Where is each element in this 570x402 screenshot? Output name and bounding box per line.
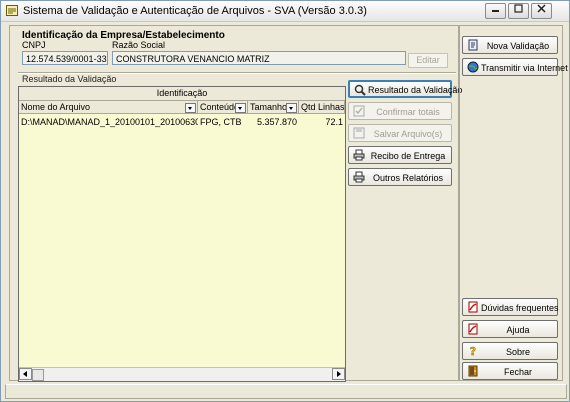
globe-icon [467,61,479,73]
window-title: Sistema de Validação e Autenticação de A… [23,5,367,17]
duvidas-frequentes-button[interactable]: Dúvidas frequentes [462,298,559,316]
minimize-icon [492,10,499,12]
maximize-icon [514,4,523,13]
floppy-icon [353,127,365,139]
horizontal-scrollbar[interactable] [19,367,345,381]
printer-icon [353,149,365,161]
side-panel: Nova Validação Transmitir via Internet D… [459,25,568,381]
fechar-button[interactable]: Fechar [462,362,558,380]
pdf-icon [468,301,478,313]
sobre-button[interactable]: ? Sobre [462,342,558,360]
minimize-button[interactable] [485,3,506,19]
close-button[interactable] [531,3,552,19]
svg-text:?: ? [470,345,476,357]
validation-panel: Identificação da Empresa/Estabelecimento… [9,25,462,382]
razao-social-field: CONSTRUTORA VENANCIO MATRIZ [112,51,406,65]
column-header-qtd-linhas[interactable]: Qtd Linhas [299,101,345,114]
cell-qtd-linhas: 72.1 [325,117,343,127]
resultado-validacao-button[interactable]: Resultado da Validação [348,80,462,98]
action-buttons: Resultado da Validação Confirmar totais … [346,76,462,382]
cell-conteudo: FPG, CTB [200,117,242,127]
status-bar [5,384,567,399]
chevron-down-icon[interactable] [185,103,196,113]
edit-button[interactable]: Editar [408,53,448,68]
cnpj-field: 12.574.539/0001-33 [22,51,108,65]
check-icon [353,105,365,117]
app-icon [6,5,18,16]
transmitir-internet-button[interactable]: Transmitir via Internet [462,58,568,76]
printer-icon [353,171,365,183]
main-window: Sistema de Validação e Autenticação de A… [0,0,570,402]
confirmar-totais-button[interactable]: Confirmar totais [348,102,452,120]
magnifier-icon [354,84,366,96]
scroll-thumb[interactable] [32,369,44,381]
column-header-tamanho[interactable]: Tamanho [248,101,299,114]
cnpj-label: CNPJ [22,40,46,50]
column-header-nome[interactable]: Nome do Arquivo [19,101,198,114]
close-icon [537,4,546,13]
document-icon [468,39,478,51]
column-header-conteudo[interactable]: Conteúdo [198,101,248,114]
chevron-down-icon[interactable] [286,103,297,113]
question-icon: ? [470,345,477,357]
door-icon [468,365,478,377]
scroll-left-icon[interactable] [19,368,32,380]
result-section-label: Resultado da Validação [22,74,117,84]
result-grid[interactable]: Identificação Nome do Arquivo Conteúdo T… [18,86,346,382]
nova-validacao-button[interactable]: Nova Validação [462,36,558,54]
recibo-entrega-button[interactable]: Recibo de Entrega [348,146,452,164]
salvar-arquivos-button[interactable]: Salvar Arquivo(s) [348,124,452,142]
scroll-right-icon[interactable] [332,368,345,380]
cell-nome-arquivo: D:\MANAD\MANAD_1_20100101_20100630.txt [21,117,198,127]
pdf-icon [468,323,478,335]
title-bar[interactable]: Sistema de Validação e Autenticação de A… [1,1,569,22]
grid-group-header: Identificação [19,87,345,101]
ajuda-button[interactable]: Ajuda [462,320,558,338]
client-area: Identificação da Empresa/Estabelecimento… [5,23,568,383]
maximize-button[interactable] [508,3,529,19]
cell-tamanho: 5.357.870 [256,117,297,127]
chevron-down-icon[interactable] [235,103,246,113]
razao-label: Razão Social [112,40,166,50]
outros-relatorios-button[interactable]: Outros Relatórios [348,168,452,186]
